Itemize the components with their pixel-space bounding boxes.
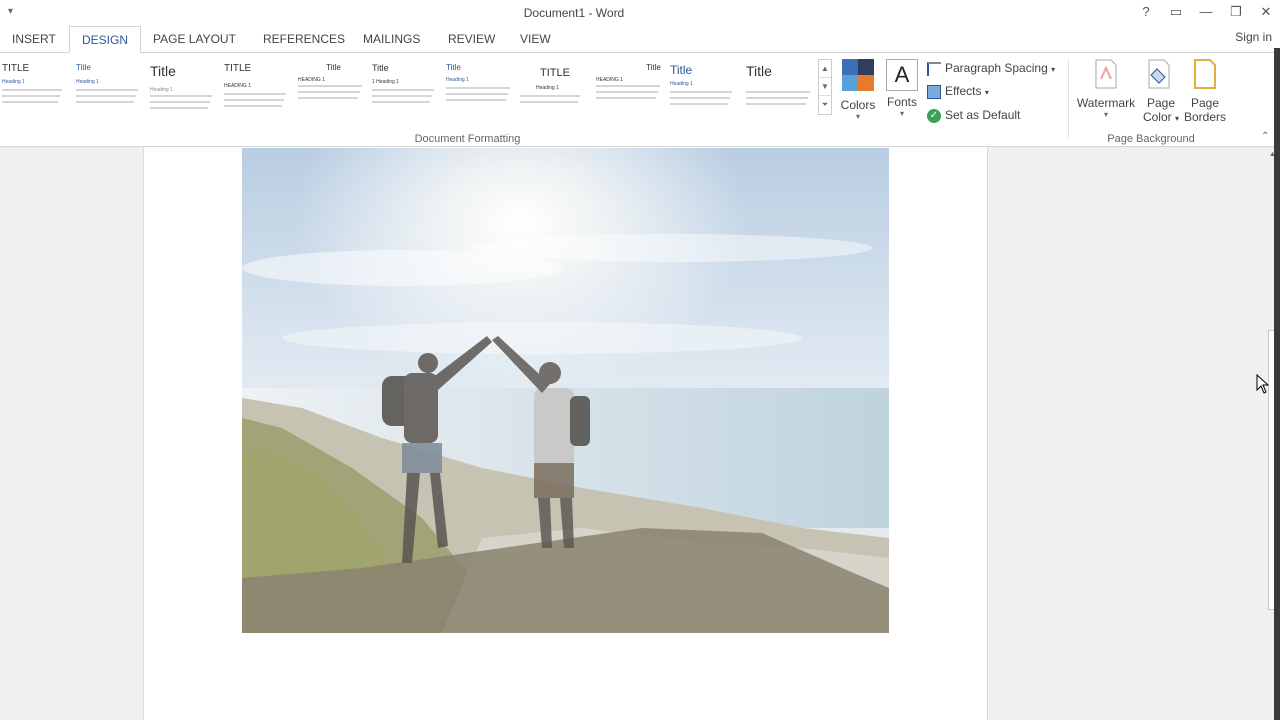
document-photo[interactable] xyxy=(242,148,889,633)
background-window-edge xyxy=(1274,48,1280,720)
style-set-thumb[interactable]: TITLE Heading 1 xyxy=(518,59,588,115)
tab-page-layout[interactable]: PAGE LAYOUT xyxy=(153,32,236,46)
ribbon-tabs: INSERT DESIGN PAGE LAYOUT REFERENCES MAI… xyxy=(0,26,1280,53)
effects-button[interactable]: Effects ▾ xyxy=(927,84,989,99)
style-set-thumb[interactable]: Title Heading 1 xyxy=(668,59,738,115)
colors-icon xyxy=(842,59,874,91)
style-set-thumb[interactable]: Title Heading 1 xyxy=(148,59,218,115)
style-set-thumb[interactable]: Title HEADING 1 xyxy=(296,59,366,115)
tab-mailings[interactable]: MAILINGS xyxy=(363,32,420,46)
page-color-icon xyxy=(1148,59,1170,89)
sign-in-link[interactable]: Sign in xyxy=(1235,30,1272,44)
document-formatting-label: Document Formatting xyxy=(414,133,521,145)
watermark-button[interactable]: Watermark ▾ xyxy=(1074,59,1138,119)
effects-icon xyxy=(927,84,941,99)
tab-review[interactable]: REVIEW xyxy=(448,32,495,46)
style-set-thumb[interactable]: Title xyxy=(744,59,814,115)
ribbon-design: TITLE Heading 1 Title Heading 1 Title He… xyxy=(0,52,1280,147)
paragraph-spacing-button[interactable]: Paragraph Spacing ▾ xyxy=(927,61,1055,76)
ribbon-display-options-icon[interactable]: ▭ xyxy=(1166,4,1186,20)
restore-icon[interactable]: ❐ xyxy=(1226,4,1246,20)
page-background-label: Page Background xyxy=(1107,133,1195,145)
page-color-button[interactable]: Page Color ▾ xyxy=(1140,59,1182,124)
group-separator xyxy=(1068,59,1069,139)
style-set-thumb[interactable]: Title 1 Heading 1 xyxy=(370,59,440,115)
minimize-icon[interactable]: — xyxy=(1196,4,1216,19)
fonts-button[interactable]: A Fonts ▾ xyxy=(882,59,922,118)
page-borders-button[interactable]: Page Borders xyxy=(1184,59,1226,124)
set-as-default-button[interactable]: ✓ Set as Default xyxy=(927,108,1020,123)
close-icon[interactable]: ✕ xyxy=(1256,4,1276,20)
watermark-icon xyxy=(1095,59,1117,89)
gallery-more-icon[interactable]: ⏷ xyxy=(819,96,831,114)
tab-view[interactable]: VIEW xyxy=(520,32,551,46)
mouse-cursor-icon xyxy=(1256,374,1270,394)
gallery-up-icon[interactable]: ▲ xyxy=(819,60,831,78)
tab-insert[interactable]: INSERT xyxy=(12,32,56,46)
checkmark-icon: ✓ xyxy=(927,108,941,123)
gallery-down-icon[interactable]: ▼ xyxy=(819,78,831,96)
style-set-thumb[interactable]: TITLE HEADING 1 xyxy=(222,59,292,115)
gallery-scroll[interactable]: ▲ ▼ ⏷ xyxy=(818,59,832,115)
hikers-photo-image xyxy=(242,148,889,633)
style-set-thumb[interactable]: Title Heading 1 xyxy=(444,59,514,115)
style-set-thumb[interactable]: Title Heading 1 xyxy=(74,59,144,115)
collapse-ribbon-icon[interactable]: ⌃ xyxy=(1261,131,1269,142)
style-set-gallery: TITLE Heading 1 Title Heading 1 Title He… xyxy=(0,59,818,115)
help-icon[interactable]: ? xyxy=(1136,4,1156,19)
style-set-thumb[interactable]: Title HEADING 1 xyxy=(594,59,664,115)
style-set-thumb[interactable]: TITLE Heading 1 xyxy=(0,59,70,115)
paragraph-spacing-icon xyxy=(927,61,941,76)
tab-design[interactable]: DESIGN xyxy=(69,26,142,53)
fonts-icon: A xyxy=(886,59,918,91)
window-title: Document1 - Word xyxy=(523,6,625,20)
page-borders-icon xyxy=(1194,59,1216,89)
tab-references[interactable]: REFERENCES xyxy=(263,32,345,46)
title-bar: ▾ Document1 - Word ? ▭ — ❐ ✕ xyxy=(0,0,1280,26)
colors-button[interactable]: Colors ▾ xyxy=(838,59,878,121)
